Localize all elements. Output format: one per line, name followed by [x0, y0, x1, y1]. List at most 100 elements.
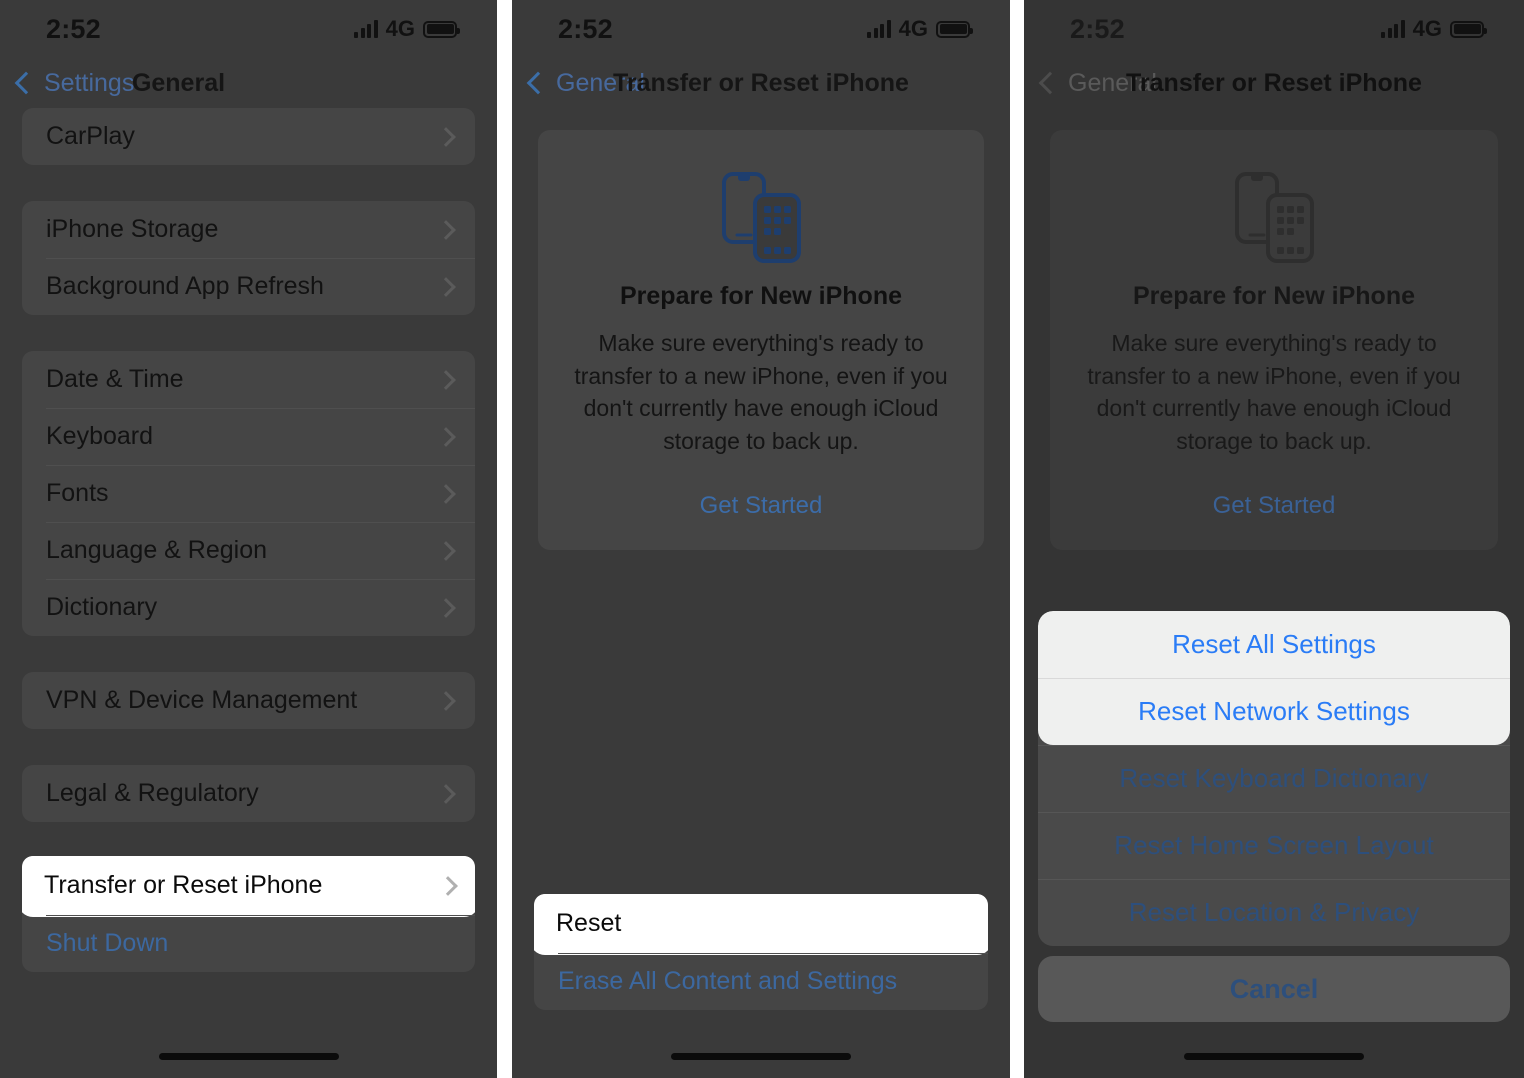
settings-row-legal-regulatory[interactable]: Legal & Regulatory	[22, 765, 475, 822]
action-sheet-item-label: Reset Location & Privacy	[1128, 897, 1420, 927]
action-sheet-item-reset-keyboard-dictionary[interactable]: Reset Keyboard Dictionary	[1038, 745, 1510, 812]
screenshot-stage: 2:52 4G Settings General CarPlay iPhone …	[0, 0, 1524, 1078]
settings-row-carplay[interactable]: CarPlay	[22, 108, 475, 165]
chevron-right-icon	[436, 483, 456, 504]
status-time: 2:52	[558, 13, 613, 44]
settings-row-iphone-storage[interactable]: iPhone Storage	[22, 201, 475, 258]
cellular-signal-icon	[1381, 20, 1405, 38]
two-iphones-icon	[564, 156, 958, 276]
settings-row-background-app-refresh[interactable]: Background App Refresh	[22, 258, 475, 315]
home-indicator	[671, 1053, 851, 1060]
row-label: Fonts	[46, 479, 109, 507]
nav-bar: Settings General	[0, 58, 497, 108]
settings-group: iPhone Storage Background App Refresh	[22, 201, 475, 315]
row-label: iPhone Storage	[46, 215, 219, 243]
home-indicator	[158, 1053, 339, 1060]
settings-row-transfer-or-reset-iphone[interactable]: Transfer or Reset iPhone	[22, 856, 475, 915]
settings-group: VPN & Device Management	[22, 672, 475, 729]
row-label: Date & Time	[46, 365, 184, 393]
phone-panel-general: 2:52 4G Settings General CarPlay iPhone …	[0, 0, 497, 1078]
chevron-right-icon	[436, 126, 456, 147]
status-indicators: 4G	[867, 16, 973, 42]
action-sheet-item-reset-location-privacy[interactable]: Reset Location & Privacy	[1038, 879, 1510, 946]
reset-action-sheet: Reset Keyboard Dictionary Reset Home Scr…	[1038, 611, 1510, 1022]
nav-bar: General Transfer or Reset iPhone	[512, 58, 1010, 108]
cancel-button[interactable]: Cancel	[1038, 956, 1510, 1022]
network-type-label: 4G	[898, 16, 928, 41]
action-sheet-options: Reset Keyboard Dictionary Reset Home Scr…	[1038, 611, 1510, 946]
chevron-right-icon	[436, 540, 456, 561]
chevron-right-icon	[436, 597, 456, 618]
settings-row-vpn-device-management[interactable]: VPN & Device Management	[22, 672, 475, 729]
battery-icon	[1450, 20, 1487, 38]
settings-row-shut-down[interactable]: Shut Down	[22, 915, 475, 972]
battery-icon	[423, 20, 460, 38]
chevron-right-icon	[436, 369, 456, 390]
row-label: Legal & Regulatory	[46, 779, 259, 807]
prepare-for-new-iphone-card: Prepare for New iPhone Make sure everyth…	[1050, 130, 1498, 550]
settings-group: Transfer or Reset iPhone Shut Down	[22, 856, 475, 972]
phone-panel-transfer-reset: 2:52 4G General Transfer or Reset iPhone	[512, 0, 1010, 1078]
status-bar: 2:52 4G	[512, 0, 1010, 58]
cancel-button-label: Cancel	[1229, 973, 1319, 1004]
page-title: Transfer or Reset iPhone	[613, 68, 909, 97]
erase-all-content-and-settings-row[interactable]: Erase All Content and Settings	[534, 953, 988, 1010]
action-sheet-item-reset-home-screen-layout[interactable]: Reset Home Screen Layout	[1038, 812, 1510, 879]
action-sheet-item-label: Reset Keyboard Dictionary	[1119, 763, 1429, 793]
two-iphones-icon	[1076, 156, 1472, 276]
status-indicators: 4G	[354, 16, 460, 42]
nav-bar: General Transfer or Reset iPhone	[1024, 58, 1524, 108]
row-label: Keyboard	[46, 422, 154, 450]
settings-row-fonts[interactable]: Fonts	[22, 465, 475, 522]
status-indicators: 4G	[1381, 16, 1487, 42]
settings-row-date-time[interactable]: Date & Time	[22, 351, 475, 408]
network-type-label: 4G	[1412, 16, 1442, 41]
row-label: Reset	[556, 909, 622, 937]
settings-row-language-region[interactable]: Language & Region	[22, 522, 475, 579]
settings-list[interactable]: CarPlay iPhone Storage Background App Re…	[0, 108, 497, 1078]
page-title: Transfer or Reset iPhone	[1126, 68, 1422, 97]
chevron-right-icon	[436, 276, 456, 297]
action-sheet-item-label: Reset All Settings	[1172, 629, 1376, 659]
home-indicator	[1184, 1053, 1364, 1060]
cellular-signal-icon	[867, 20, 891, 38]
page-title: General	[131, 68, 226, 97]
chevron-right-icon	[436, 783, 456, 804]
reset-row[interactable]: Reset	[534, 894, 988, 953]
action-sheet-highlighted-options: Reset All Settings Reset Network Setting…	[1038, 611, 1510, 745]
chevron-right-icon	[438, 875, 458, 896]
action-sheet-item-reset-network-settings[interactable]: Reset Network Settings	[1038, 678, 1510, 745]
card-title: Prepare for New iPhone	[1132, 282, 1416, 310]
action-sheet-item-label: Reset Home Screen Layout	[1114, 830, 1434, 860]
settings-row-keyboard[interactable]: Keyboard	[22, 408, 475, 465]
network-type-label: 4G	[385, 16, 415, 41]
row-label: Erase All Content and Settings	[558, 967, 898, 995]
settings-group: CarPlay	[22, 108, 475, 165]
settings-group: Date & Time Keyboard Fonts Language & Re…	[22, 351, 475, 636]
row-label: CarPlay	[46, 122, 135, 150]
status-bar: 2:52 4G	[0, 0, 497, 58]
row-label: VPN & Device Management	[46, 686, 358, 714]
row-label: Background App Refresh	[46, 272, 324, 300]
reset-options-list: Reset Erase All Content and Settings	[512, 894, 1010, 1010]
settings-group: Legal & Regulatory	[22, 765, 475, 822]
settings-row-dictionary[interactable]: Dictionary	[22, 579, 475, 636]
status-time: 2:52	[1070, 13, 1125, 44]
chevron-right-icon	[436, 426, 456, 447]
card-description: Make sure everything's ready to transfer…	[574, 330, 948, 454]
row-label: Dictionary	[46, 593, 158, 621]
status-bar: 2:52 4G	[1024, 0, 1524, 58]
get-started-button[interactable]: Get Started	[564, 492, 958, 520]
status-time: 2:52	[46, 13, 101, 44]
row-label: Shut Down	[46, 929, 169, 957]
row-label: Transfer or Reset iPhone	[44, 871, 323, 899]
card-title: Prepare for New iPhone	[619, 282, 903, 310]
action-sheet-item-label: Reset Network Settings	[1138, 696, 1410, 726]
get-started-button[interactable]: Get Started	[1076, 492, 1472, 520]
action-sheet-item-reset-all-settings[interactable]: Reset All Settings	[1038, 611, 1510, 678]
card-description: Make sure everything's ready to transfer…	[1087, 330, 1461, 454]
